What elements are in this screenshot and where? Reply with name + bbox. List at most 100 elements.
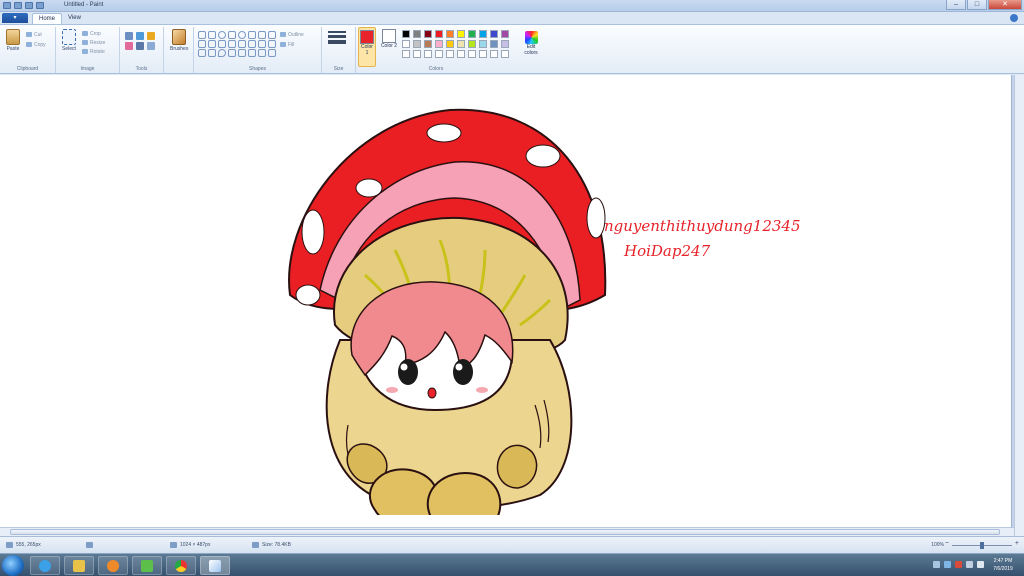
fill-button[interactable]: Fill — [280, 41, 294, 48]
eraser-icon[interactable] — [125, 42, 133, 50]
fill-bucket-icon[interactable] — [136, 32, 144, 40]
palette-swatch[interactable] — [413, 40, 421, 48]
crop-button[interactable]: Crop — [82, 30, 101, 37]
taskbar-media[interactable] — [98, 556, 128, 575]
maximize-button[interactable]: □ — [967, 0, 987, 10]
palette-swatch[interactable] — [501, 30, 509, 38]
horizontal-scroll-thumb[interactable] — [10, 529, 1000, 535]
taskbar-paint[interactable] — [200, 556, 230, 575]
palette-swatch[interactable] — [490, 50, 498, 58]
hexagon-shape-icon[interactable] — [218, 40, 226, 48]
paint-app-icon[interactable] — [3, 2, 11, 9]
line-shape-icon[interactable] — [198, 31, 206, 39]
color2-button[interactable]: Color 2 — [380, 29, 398, 49]
arrow-right-shape-icon[interactable] — [228, 40, 236, 48]
palette-swatch[interactable] — [468, 30, 476, 38]
system-clock[interactable]: 2:47 PM 7/6/2019 — [988, 557, 1018, 573]
text-tool-icon[interactable] — [147, 32, 155, 40]
palette-swatch[interactable] — [413, 50, 421, 58]
taskbar-ie[interactable] — [30, 556, 60, 575]
horizontal-scrollbar[interactable] — [0, 527, 1014, 536]
language-icon[interactable] — [977, 561, 984, 568]
rounded-rectangle-shape-icon[interactable] — [238, 31, 246, 39]
paste-button[interactable]: Paste — [4, 29, 22, 52]
color-picker-icon[interactable] — [136, 42, 144, 50]
right-triangle-shape-icon[interactable] — [268, 31, 276, 39]
zoom-out-button[interactable]: − — [945, 540, 949, 547]
palette-swatch[interactable] — [457, 30, 465, 38]
oval-shape-icon[interactable] — [218, 31, 226, 39]
palette-swatch[interactable] — [435, 50, 443, 58]
palette-swatch[interactable] — [446, 30, 454, 38]
polygon-shape-icon[interactable] — [248, 31, 256, 39]
callout-cloud-shape-icon[interactable] — [238, 49, 246, 57]
star-five-shape-icon[interactable] — [198, 49, 206, 57]
arrow-down-shape-icon[interactable] — [258, 40, 266, 48]
select-button[interactable]: Select — [60, 29, 78, 52]
rotate-button[interactable]: Rotate — [82, 48, 105, 55]
copy-button[interactable]: Copy — [26, 41, 46, 48]
star-shape-icon[interactable] — [268, 40, 276, 48]
minimize-button[interactable]: – — [946, 0, 966, 10]
color1-button[interactable]: Color 1 — [358, 27, 376, 67]
palette-swatch[interactable] — [479, 50, 487, 58]
outline-button[interactable]: Outline — [280, 31, 304, 38]
palette-swatch[interactable] — [424, 40, 432, 48]
close-button[interactable]: ✕ — [988, 0, 1022, 10]
resize-button[interactable]: Resize — [82, 39, 105, 46]
rectangle-shape-icon[interactable] — [228, 31, 236, 39]
palette-swatch[interactable] — [413, 30, 421, 38]
palette-swatch[interactable] — [435, 40, 443, 48]
palette-swatch[interactable] — [479, 40, 487, 48]
zoom-slider[interactable] — [952, 542, 1012, 549]
palette-swatch[interactable] — [424, 50, 432, 58]
heart-shape-icon[interactable] — [248, 49, 256, 57]
callout-rect-shape-icon[interactable] — [228, 49, 236, 57]
palette-swatch[interactable] — [457, 50, 465, 58]
palette-swatch[interactable] — [402, 30, 410, 38]
arrow-up-shape-icon[interactable] — [248, 40, 256, 48]
vertical-scrollbar[interactable] — [1014, 75, 1024, 536]
edit-colors-button[interactable]: Edit colors — [522, 31, 540, 56]
volume-icon[interactable] — [966, 561, 973, 568]
network-icon[interactable] — [944, 561, 951, 568]
palette-swatch[interactable] — [490, 40, 498, 48]
palette-swatch[interactable] — [468, 40, 476, 48]
brushes-button[interactable]: Brushes — [170, 29, 188, 52]
palette-swatch[interactable] — [490, 30, 498, 38]
diamond-shape-icon[interactable] — [198, 40, 206, 48]
tab-home[interactable]: Home — [32, 13, 63, 24]
redo-icon[interactable] — [36, 2, 44, 9]
undo-icon[interactable] — [25, 2, 33, 9]
palette-swatch[interactable] — [479, 30, 487, 38]
pencil-icon[interactable] — [125, 32, 133, 40]
drawing-canvas[interactable]: nguyenthithuydung12345 HoiDap247 — [0, 75, 1012, 534]
lightning-shape-icon[interactable] — [258, 49, 266, 57]
arrow-left-shape-icon[interactable] — [238, 40, 246, 48]
palette-swatch[interactable] — [446, 40, 454, 48]
star-six-shape-icon[interactable] — [208, 49, 216, 57]
cut-button[interactable]: Cut — [26, 31, 42, 38]
magnifier-icon[interactable] — [147, 42, 155, 50]
palette-swatch[interactable] — [402, 50, 410, 58]
start-button[interactable] — [2, 555, 24, 576]
more-shapes-icon[interactable] — [268, 49, 276, 57]
tab-view[interactable]: View — [62, 13, 87, 24]
palette-swatch[interactable] — [468, 50, 476, 58]
taskbar-explorer[interactable] — [64, 556, 94, 575]
palette-swatch[interactable] — [435, 30, 443, 38]
callout-shape-icon[interactable] — [218, 49, 226, 57]
curve-shape-icon[interactable] — [208, 31, 216, 39]
palette-swatch[interactable] — [402, 40, 410, 48]
triangle-shape-icon[interactable] — [258, 31, 266, 39]
palette-swatch[interactable] — [424, 30, 432, 38]
file-menu-button[interactable]: ▾ — [2, 13, 28, 23]
taskbar-chrome[interactable] — [166, 556, 196, 575]
palette-swatch[interactable] — [446, 50, 454, 58]
taskbar-app[interactable] — [132, 556, 162, 575]
pentagon-shape-icon[interactable] — [208, 40, 216, 48]
palette-swatch[interactable] — [457, 40, 465, 48]
size-button[interactable] — [328, 31, 346, 46]
antivirus-icon[interactable] — [955, 561, 962, 568]
palette-swatch[interactable] — [501, 40, 509, 48]
